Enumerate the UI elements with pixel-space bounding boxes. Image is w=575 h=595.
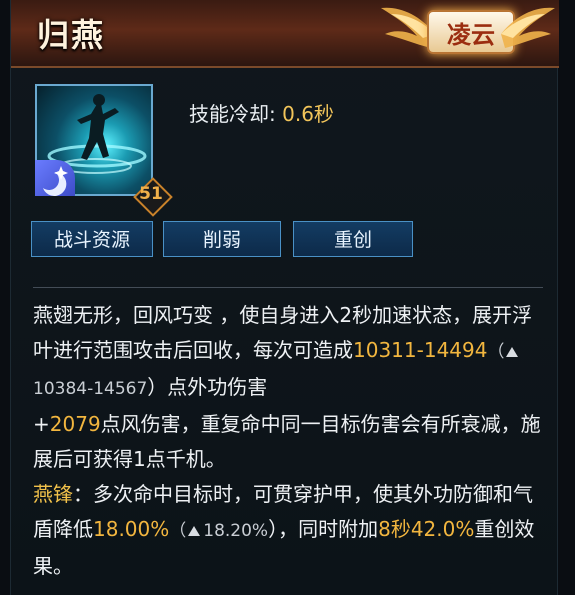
desc-p1-b: 点风伤害，重复命中同一目标伤害会有所衰减，施展后可获得1点千机。 xyxy=(33,412,541,471)
lingyun-badge: 凌云 xyxy=(377,0,557,62)
desc-yanfeng-label: 燕锋 xyxy=(33,482,73,506)
upgrade-arrow-icon-2 xyxy=(188,526,201,536)
desc-upgrade-pct: （ 18.20% xyxy=(169,521,268,541)
upgrade-arrow-icon xyxy=(506,347,519,357)
desc-wound-pct: 42.0% xyxy=(410,517,475,541)
cooldown-line: 技能冷却: 0.6秒 xyxy=(189,98,334,127)
desc-wind-damage: 2079 xyxy=(49,412,101,436)
skill-title: 归燕 xyxy=(37,16,106,54)
divider xyxy=(33,287,543,288)
upgrade-pct-value: 18.20% xyxy=(203,521,269,541)
desc-reduce-pct: 18.00% xyxy=(93,517,170,541)
skill-description: 燕翅无形，回风巧变 ，使自身进入2秒加速状态，展开浮叶进行范围攻击后回收，每次可… xyxy=(33,298,545,584)
title-bar: 归燕 凌云 xyxy=(11,0,559,68)
cooldown-label: 技能冷却: xyxy=(189,102,276,126)
tag-heavy-wound[interactable]: 重创 xyxy=(293,221,413,257)
tag-combat-resource[interactable]: 战斗资源 xyxy=(31,221,153,257)
desc-plus: + xyxy=(33,412,50,436)
desc-p2-close: ），同时附加 xyxy=(268,517,379,541)
desc-duration: 8秒 xyxy=(378,517,411,541)
paren-open-2: （ xyxy=(169,521,187,541)
desc-damage-range: 10311-14494 xyxy=(353,338,488,362)
skill-level: 51 xyxy=(139,184,163,204)
tag-weaken[interactable]: 削弱 xyxy=(163,221,281,257)
paren-open: （ xyxy=(487,342,505,362)
sparkle-crescent-icon xyxy=(35,160,75,196)
desc-p1-close: ）点外功伤害 xyxy=(147,375,268,399)
upgrade-damage-value: 10384-14567 xyxy=(33,379,148,399)
wing-right-icon xyxy=(501,7,555,48)
skill-tooltip: 归燕 凌云 51 技能冷却: 0.6秒 战斗资源 削弱 重创 燕翅无形，回风巧变… xyxy=(10,0,559,595)
cooldown-value: 0.6秒 xyxy=(282,102,334,126)
